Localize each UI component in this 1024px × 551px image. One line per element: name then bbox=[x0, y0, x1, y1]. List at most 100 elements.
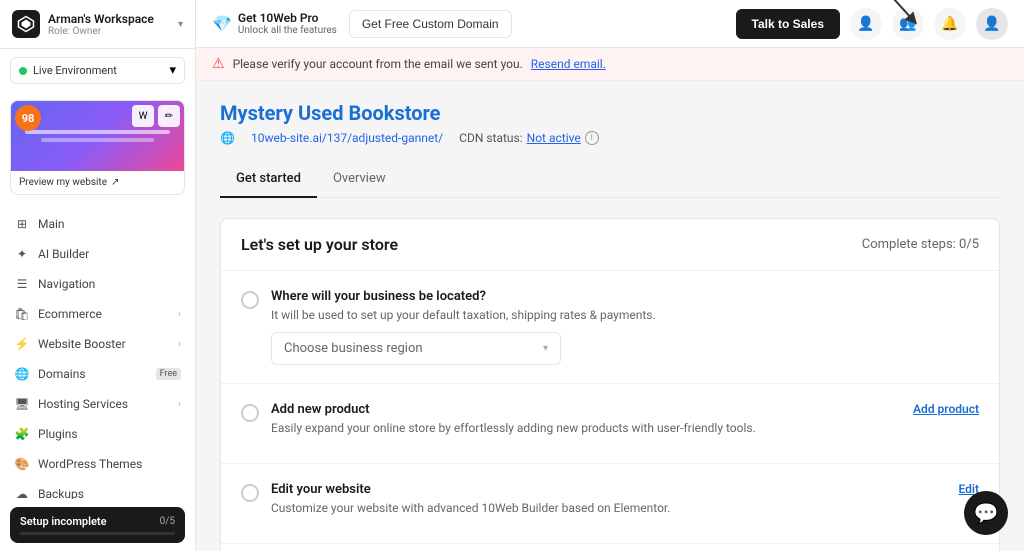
complete-steps-label: Complete steps: 0/5 bbox=[862, 237, 979, 252]
chat-bubble-button[interactable]: 💬 bbox=[964, 491, 1008, 535]
workspace-name: Arman's Workspace bbox=[48, 12, 154, 26]
avatar[interactable]: 👤 bbox=[976, 8, 1008, 40]
sidebar-item-ai-builder[interactable]: ✦ AI Builder bbox=[0, 239, 195, 269]
nav-label-main: Main bbox=[38, 217, 181, 231]
sidebar: Arman's Workspace Role: Owner ▾ Live Env… bbox=[0, 0, 196, 551]
cdn-status-link[interactable]: Not active bbox=[527, 131, 581, 145]
preview-w-button[interactable]: W bbox=[132, 105, 154, 127]
sidebar-item-website-booster[interactable]: ⚡ Website Booster › bbox=[0, 329, 195, 359]
setup-radio-product[interactable] bbox=[241, 404, 259, 422]
workspace-chevron-icon[interactable]: ▾ bbox=[178, 19, 183, 30]
sidebar-item-plugins[interactable]: 🧩 Plugins bbox=[0, 419, 195, 449]
get-free-domain-button[interactable]: Get Free Custom Domain bbox=[349, 10, 512, 38]
backup-icon: ☁ bbox=[14, 486, 30, 499]
sidebar-item-hosting[interactable]: 🖥 Hosting Services › bbox=[0, 389, 195, 419]
setup-radio-location[interactable] bbox=[241, 291, 259, 309]
sidebar-item-backups[interactable]: ☁ Backups bbox=[0, 479, 195, 499]
nav-label-ai-builder: AI Builder bbox=[38, 247, 181, 261]
domains-free-badge: Free bbox=[156, 368, 181, 380]
topbar-left: 💎 Get 10Web Pro Unlock all the features … bbox=[212, 10, 512, 38]
setup-location-desc: It will be used to set up your default t… bbox=[271, 308, 979, 322]
nav-label-website-booster: Website Booster bbox=[38, 337, 170, 351]
region-select-placeholder: Choose business region bbox=[284, 341, 423, 356]
notifications-icon[interactable]: 🔔 bbox=[934, 8, 966, 40]
topbar-right-area: Talk to Sales 👤 👥 🔔 👤 bbox=[736, 8, 1008, 40]
tab-get-started[interactable]: Get started bbox=[220, 161, 317, 198]
preview-bar-1 bbox=[25, 130, 170, 134]
region-dropdown-chevron-icon: ▾ bbox=[543, 343, 548, 354]
globe-icon: 🌐 bbox=[14, 366, 30, 382]
preview-bar-2 bbox=[41, 138, 154, 142]
resend-email-link[interactable]: Resend email. bbox=[531, 57, 606, 71]
workspace-info[interactable]: Arman's Workspace Role: Owner bbox=[12, 10, 154, 38]
preview-edit-button[interactable]: ✏ bbox=[158, 105, 180, 127]
talk-to-sales-button[interactable]: Talk to Sales bbox=[736, 9, 840, 39]
environment-switcher[interactable]: Live Environment ▾ bbox=[10, 57, 185, 84]
page-content: Mystery Used Bookstore 🌐 10web-site.ai/1… bbox=[196, 81, 1024, 551]
sidebar-header: Arman's Workspace Role: Owner ▾ bbox=[0, 0, 195, 49]
nav-label-domains: Domains bbox=[38, 367, 148, 381]
alert-message: Please verify your account from the emai… bbox=[233, 57, 523, 71]
site-url-link[interactable]: 10web-site.ai/137/adjusted-gannet/ bbox=[251, 131, 443, 145]
chat-icon: 💬 bbox=[974, 501, 999, 525]
env-status-dot bbox=[19, 67, 27, 75]
setup-location-title: Where will your business be located? bbox=[271, 289, 979, 304]
puzzle-icon: 🧩 bbox=[14, 426, 30, 442]
site-preview-card: 98 W ✏ Preview my website ↗ bbox=[10, 100, 185, 195]
topbar-right: Talk to Sales 👤 👥 🔔 👤 bbox=[736, 8, 1008, 40]
nav-label-ecommerce: Ecommerce bbox=[38, 307, 170, 321]
wand-icon: ✦ bbox=[14, 246, 30, 262]
logo-icon bbox=[17, 15, 35, 33]
region-select-dropdown[interactable]: Choose business region ▾ bbox=[271, 332, 561, 365]
alert-error-icon: ⚠ bbox=[212, 56, 225, 72]
ecommerce-arrow-icon: › bbox=[178, 309, 181, 320]
setup-item-product: Add new product Easily expand your onlin… bbox=[221, 384, 999, 464]
sidebar-item-ecommerce[interactable]: 🛍 Ecommerce › bbox=[0, 299, 195, 329]
setup-radio-edit[interactable] bbox=[241, 484, 259, 502]
main-content: 💎 Get 10Web Pro Unlock all the features … bbox=[196, 0, 1024, 551]
tab-overview[interactable]: Overview bbox=[317, 161, 402, 198]
sidebar-item-themes[interactable]: 🎨 WordPress Themes bbox=[0, 449, 195, 479]
nav-label-themes: WordPress Themes bbox=[38, 457, 181, 471]
cdn-status: CDN status: Not active i bbox=[459, 131, 599, 145]
workspace-logo bbox=[12, 10, 40, 38]
sidebar-item-domains[interactable]: 🌐 Domains Free bbox=[0, 359, 195, 389]
site-header: Mystery Used Bookstore 🌐 10web-site.ai/1… bbox=[220, 101, 1000, 145]
setup-product-desc: Easily expand your online store by effor… bbox=[271, 421, 901, 435]
promo-title: Get 10Web Pro bbox=[238, 11, 337, 25]
setup-item-location: Where will your business be located? It … bbox=[221, 271, 999, 384]
sidebar-item-navigation[interactable]: ☰ Navigation bbox=[0, 269, 195, 299]
topbar: 💎 Get 10Web Pro Unlock all the features … bbox=[196, 0, 1024, 48]
setup-incomplete-title: Setup incomplete bbox=[20, 515, 107, 528]
promo-text: Get 10Web Pro Unlock all the features bbox=[238, 11, 337, 36]
workspace-role: Role: Owner bbox=[48, 26, 154, 37]
nav-label-navigation: Navigation bbox=[38, 277, 181, 291]
setup-edit-title: Edit your website bbox=[271, 482, 946, 497]
site-meta: 🌐 10web-site.ai/137/adjusted-gannet/ CDN… bbox=[220, 131, 1000, 145]
sidebar-item-main[interactable]: ⊞ Main bbox=[0, 209, 195, 239]
env-chevron-icon: ▾ bbox=[169, 63, 176, 78]
setup-progress-row: Setup incomplete 0/5 bbox=[20, 515, 175, 528]
workspace-text: Arman's Workspace Role: Owner bbox=[48, 12, 154, 37]
rocket-icon: ⚡ bbox=[14, 336, 30, 352]
server-icon: 🖥 bbox=[14, 396, 30, 412]
add-product-link[interactable]: Add product bbox=[913, 402, 979, 416]
setup-product-content: Add new product Easily expand your onlin… bbox=[271, 402, 901, 445]
site-title: Mystery Used Bookstore bbox=[220, 101, 1000, 125]
preview-link-icon: ↗ bbox=[111, 177, 119, 188]
cdn-label: CDN status: bbox=[459, 131, 523, 145]
nav-label-plugins: Plugins bbox=[38, 427, 181, 441]
setup-incomplete-bar[interactable]: Setup incomplete 0/5 bbox=[10, 507, 185, 543]
promo-badge: 💎 Get 10Web Pro Unlock all the features bbox=[212, 11, 337, 36]
setup-section-header: Let's set up your store Complete steps: … bbox=[221, 219, 999, 271]
grid-icon: ⊞ bbox=[14, 216, 30, 232]
globe-small-icon: 🌐 bbox=[220, 131, 235, 145]
user-circle-icon[interactable]: 👤 bbox=[850, 8, 882, 40]
preview-link[interactable]: Preview my website ↗ bbox=[11, 171, 184, 194]
team-icon[interactable]: 👥 bbox=[892, 8, 924, 40]
setup-edit-content: Edit your website Customize your website… bbox=[271, 482, 946, 525]
setup-section-title: Let's set up your store bbox=[241, 235, 398, 254]
hosting-arrow-icon: › bbox=[178, 399, 181, 410]
setup-item-edit-website: Edit your website Customize your website… bbox=[221, 464, 999, 544]
cdn-info-icon[interactable]: i bbox=[585, 131, 599, 145]
